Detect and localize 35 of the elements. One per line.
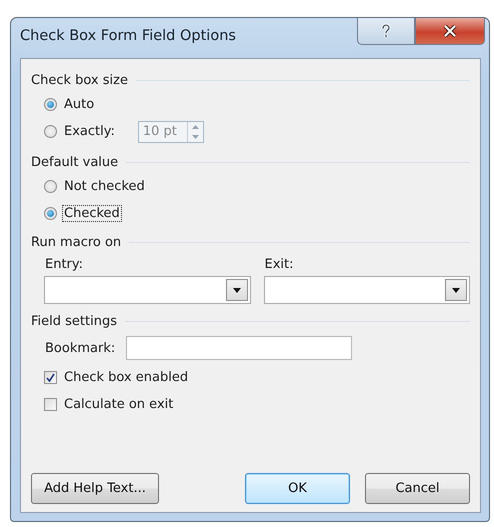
checkbox-label: Check box enabled: [63, 370, 190, 385]
section-heading: Field settings: [31, 314, 117, 328]
dialog-button[interactable]: Add Help Text...: [31, 473, 159, 504]
radio-label: Not checked: [63, 179, 146, 194]
dropdown-arrow-icon: [232, 288, 240, 292]
dropdown-arrow-icon: [452, 288, 460, 292]
radio-button[interactable]: [44, 180, 57, 193]
field-label: Exit:: [264, 257, 294, 272]
radio-button[interactable]: [44, 207, 57, 220]
help-icon: [381, 24, 391, 38]
macro-dropdown[interactable]: [264, 276, 470, 304]
radio-button[interactable]: [44, 98, 57, 111]
bookmark-input[interactable]: [126, 336, 352, 360]
dialog-button[interactable]: Cancel: [365, 473, 470, 504]
window-title: Check Box Form Field Options: [20, 28, 236, 44]
section-heading: Check box size: [31, 72, 128, 88]
help-button[interactable]: [357, 18, 415, 45]
checkbox[interactable]: [44, 371, 57, 384]
spin-down-icon: [192, 134, 199, 138]
radio-label: Auto: [63, 97, 96, 112]
field-label: Entry:: [44, 257, 84, 272]
dialog-button[interactable]: OK: [245, 473, 350, 504]
macro-dropdown[interactable]: [44, 276, 250, 304]
section-heading: Run macro on: [31, 234, 122, 250]
spin-up-icon: [192, 124, 199, 128]
checkbox[interactable]: [44, 398, 57, 411]
checkbox-label: Calculate on exit: [63, 397, 174, 412]
radio-label: Exactly:: [63, 124, 116, 139]
radio-button[interactable]: [44, 125, 57, 138]
section-heading: Default value: [31, 154, 118, 170]
field-label: Bookmark:: [44, 340, 116, 356]
close-button[interactable]: [415, 18, 485, 45]
close-icon: [443, 25, 457, 37]
check-icon: [46, 373, 55, 382]
radio-label: Checked: [63, 206, 121, 221]
